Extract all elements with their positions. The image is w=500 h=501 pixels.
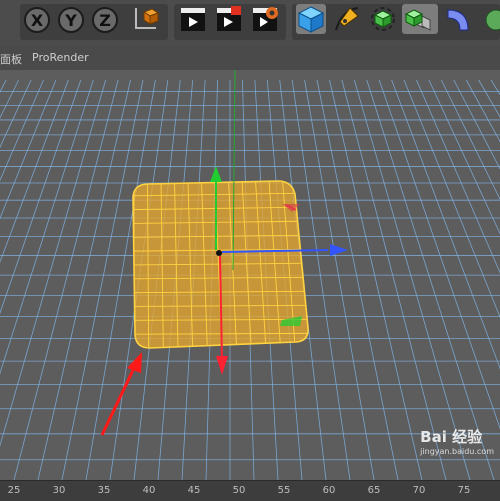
ruler-tick-label: 35 <box>97 485 111 496</box>
ruler-tick-label: 25 <box>7 485 21 496</box>
ruler-tick-label: 60 <box>322 485 336 496</box>
main-toolbar: X Y Z <box>0 0 500 47</box>
y-axis-button[interactable]: Y <box>58 7 84 33</box>
ruler-tick-label: 50 <box>232 485 246 496</box>
gizmo-center[interactable] <box>216 250 222 256</box>
ruler-tick-label: 55 <box>277 485 291 496</box>
baidu-watermark: Bai 经验 jingyan.baidu.com <box>420 426 494 456</box>
bend-deformer-icon[interactable] <box>442 4 472 34</box>
cloner-array-icon[interactable] <box>402 4 438 34</box>
watermark-brand: Bai 经验 <box>420 428 483 446</box>
ruler-tick-label: 40 <box>142 485 156 496</box>
menu-bar: 面板 ProRender <box>0 46 500 71</box>
perspective-viewport[interactable]: Bai 经验 jingyan.baidu.com <box>0 70 500 480</box>
ruler-tick-label: 75 <box>457 485 471 496</box>
generator-icon[interactable] <box>368 4 398 34</box>
z-axis-button[interactable]: Z <box>92 7 118 33</box>
watermark-url: jingyan.baidu.com <box>420 447 494 456</box>
pen-spline-icon[interactable] <box>332 4 362 34</box>
ruler-tick-label: 70 <box>412 485 426 496</box>
cube-icon[interactable] <box>296 4 326 34</box>
menu-item-prorender[interactable]: ProRender <box>32 51 89 64</box>
ruler-tick-label: 30 <box>52 485 66 496</box>
menu-item-panel[interactable]: 面板 <box>0 51 22 67</box>
render-view-icon[interactable] <box>178 4 208 34</box>
coordinate-system-icon[interactable] <box>130 4 160 34</box>
ruler-tick-label: 45 <box>187 485 201 496</box>
scene-icon[interactable] <box>476 4 500 34</box>
horizon-band <box>0 70 500 80</box>
viewport-canvas[interactable] <box>0 70 500 480</box>
ruler-tick-label: 65 <box>367 485 381 496</box>
render-to-picture-viewer-icon[interactable] <box>214 4 244 34</box>
render-settings-icon[interactable] <box>250 4 280 34</box>
x-axis-button[interactable]: X <box>24 7 50 33</box>
timeline-ruler[interactable]: 25 30 35 40 45 50 55 60 65 70 75 <box>0 480 500 501</box>
